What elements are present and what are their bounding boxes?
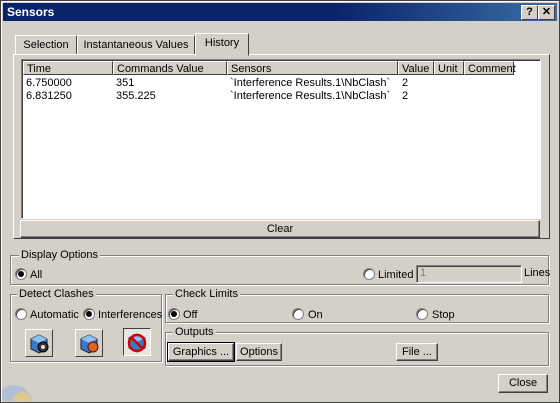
limits-on-radio[interactable]	[292, 308, 304, 320]
tab-history[interactable]: History	[195, 33, 249, 56]
title-bar[interactable]: Sensors ? ✕	[3, 3, 557, 21]
cell-sensor: `Interference Results.1\NbClash`	[230, 90, 391, 102]
options-button[interactable]: Options	[236, 343, 282, 361]
clash-detection-off-button[interactable]	[123, 328, 151, 356]
clash-detection-off-icon	[127, 333, 147, 353]
outputs-title: Outputs	[173, 326, 216, 338]
cell-time: 6.831250	[26, 90, 72, 102]
clash-detection-stop-button[interactable]	[75, 329, 103, 357]
column-header-value[interactable]: Value	[398, 61, 434, 75]
limits-off-label: Off	[183, 309, 198, 321]
clash-automatic-label: Automatic	[30, 309, 79, 321]
limits-on-label: On	[308, 309, 323, 321]
tab-selection[interactable]: Selection	[15, 35, 77, 55]
help-button[interactable]: ?	[521, 5, 538, 20]
display-options-title: Display Options	[19, 249, 101, 261]
sensors-dialog: Sensors ? ✕ Selection Instantaneous Valu…	[0, 0, 560, 403]
column-header-sensors[interactable]: Sensors	[227, 61, 398, 75]
limited-lines-input[interactable]: 1	[416, 265, 522, 283]
column-header-comment[interactable]: Comment	[464, 61, 516, 75]
limits-stop-label: Stop	[432, 309, 455, 321]
cell-time: 6.750000	[26, 77, 72, 89]
display-limited-label: Limited	[378, 269, 414, 281]
cell-commands-value: 355.225	[116, 90, 156, 102]
display-all-label: All	[30, 269, 43, 281]
decorative-corner-graphic	[2, 385, 32, 401]
column-header-unit[interactable]: Unit	[434, 61, 464, 75]
window-title: Sensors	[7, 5, 55, 19]
clash-automatic-radio[interactable]	[15, 308, 27, 320]
clash-detection-on-icon	[30, 334, 49, 354]
display-limited-radio[interactable]	[363, 268, 375, 280]
column-header-time[interactable]: Time	[23, 61, 113, 75]
close-button[interactable]: Close	[498, 374, 548, 393]
limited-lines-value: 1	[420, 267, 427, 279]
limits-stop-radio[interactable]	[416, 308, 428, 320]
clash-interferences-label: Interferences	[98, 309, 163, 321]
cell-sensor: `Interference Results.1\NbClash`	[230, 77, 391, 89]
lines-label: Lines	[524, 267, 551, 279]
limits-off-radio[interactable]	[168, 308, 180, 320]
detect-clashes-title: Detect Clashes	[17, 288, 96, 300]
file-button[interactable]: File ...	[396, 343, 438, 361]
clash-detection-on-button[interactable]	[25, 329, 53, 357]
display-all-radio[interactable]	[15, 268, 27, 280]
cell-value: 2	[402, 77, 409, 89]
clear-button[interactable]: Clear	[20, 220, 540, 238]
tab-instantaneous-values[interactable]: Instantaneous Values	[77, 35, 195, 55]
graphics-button[interactable]: Graphics ...	[167, 342, 235, 362]
clash-interferences-radio[interactable]	[83, 308, 95, 320]
history-table[interactable]: Time Commands Value Sensors Value Unit C…	[21, 59, 541, 219]
clash-detection-stop-icon	[80, 334, 99, 354]
column-header-commands-value[interactable]: Commands Value	[113, 61, 227, 75]
cell-commands-value: 351	[116, 77, 135, 89]
window-close-button[interactable]: ✕	[538, 5, 555, 20]
cell-value: 2	[402, 90, 409, 102]
check-limits-title: Check Limits	[173, 288, 240, 300]
